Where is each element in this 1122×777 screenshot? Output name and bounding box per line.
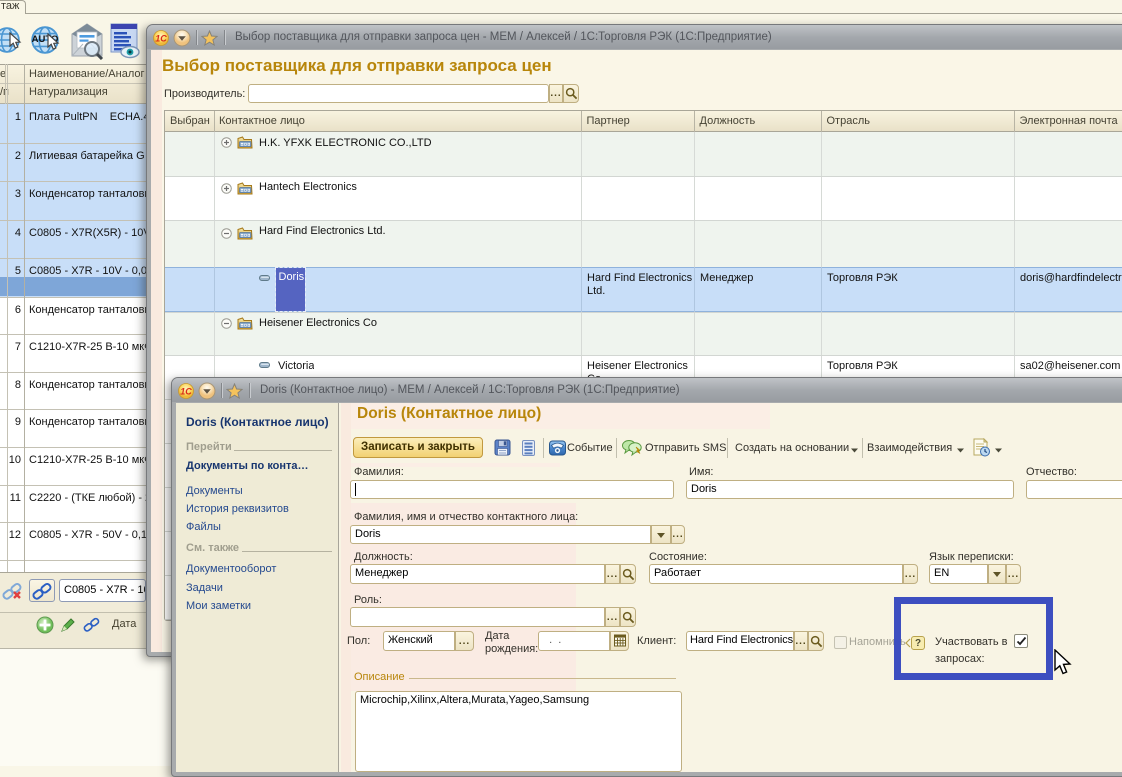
svg-text:1С: 1С <box>180 387 192 397</box>
svg-text:1С: 1С <box>155 34 167 44</box>
